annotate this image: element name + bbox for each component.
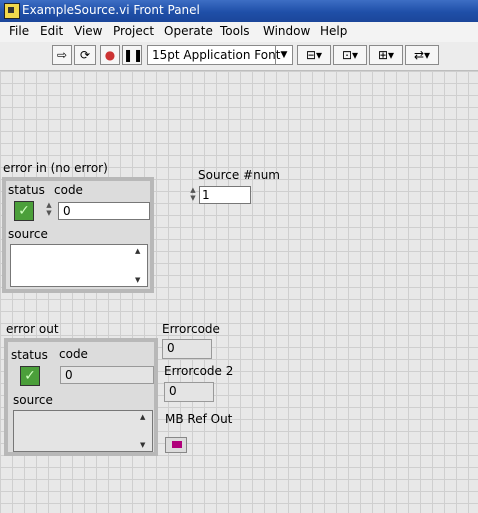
menu-project[interactable]: Project xyxy=(113,24,154,38)
error-out-source-label: source xyxy=(13,393,53,407)
pause-button[interactable]: ❚❚ xyxy=(122,45,144,65)
error-out-cluster: status code ✓ 0 source ▲ ▼ xyxy=(4,338,158,456)
resize-objects-button[interactable]: ⊞▾ xyxy=(369,45,403,65)
source-num-spinner[interactable]: ▲ ▼ xyxy=(188,186,198,204)
pause-icon: ❚❚ xyxy=(123,48,144,62)
mb-ref-out-label: MB Ref Out xyxy=(165,412,233,426)
error-in-cluster: status code ✓ ▲ ▼ 0 source ▲ ▼ xyxy=(2,177,154,293)
menu-file[interactable]: File xyxy=(9,24,29,38)
font-selector[interactable]: 15pt Application Font ▼ xyxy=(147,45,293,65)
error-in-source-scrollbar[interactable]: ▲ ▼ xyxy=(135,247,145,284)
source-num-label: Source #num xyxy=(198,168,280,182)
title-bar: ExampleSource.vi Front Panel xyxy=(0,0,478,22)
run-continuously-icon: ⟳ xyxy=(79,48,91,62)
distribute-objects-icon: ⊡▾ xyxy=(341,48,359,62)
error-in-code-label: code xyxy=(54,183,83,197)
resize-objects-icon: ⊞▾ xyxy=(377,48,395,62)
error-in-code-spinner[interactable]: ▲ ▼ xyxy=(44,201,54,219)
errorcode2-value: 0 xyxy=(169,384,177,398)
error-out-label: error out xyxy=(6,322,59,336)
error-in-code-value: 0 xyxy=(63,204,71,218)
front-panel: error in (no error) status code ✓ ▲ ▼ 0 s… xyxy=(0,71,478,513)
stop-icon: ● xyxy=(104,48,116,62)
distribute-objects-button[interactable]: ⊡▾ xyxy=(333,45,367,65)
abort-button[interactable]: ● xyxy=(100,45,120,65)
error-out-code-label: code xyxy=(59,347,88,361)
checkmark-icon: ✓ xyxy=(24,368,36,384)
menu-bar: File Edit View Project Operate Tools Win… xyxy=(0,22,478,43)
font-selector-value: 15pt Application Font xyxy=(152,48,281,62)
source-num-value: 1 xyxy=(202,188,210,202)
run-continuously-button[interactable]: ⟳ xyxy=(74,45,96,65)
errorcode2-field: 0 xyxy=(164,382,214,402)
menu-operate[interactable]: Operate xyxy=(164,24,213,38)
run-button[interactable]: ⇨ xyxy=(52,45,72,65)
menu-window[interactable]: Window xyxy=(263,24,310,38)
labview-vi-icon xyxy=(4,3,20,19)
error-out-source-field: ▲ ▼ xyxy=(13,410,153,452)
errorcode2-label: Errorcode 2 xyxy=(164,364,234,378)
source-num-field[interactable]: 1 xyxy=(199,186,251,204)
error-in-status-checkbox[interactable]: ✓ xyxy=(14,201,34,221)
error-in-source-label: source xyxy=(8,227,48,241)
error-out-source-scrollbar[interactable]: ▲ ▼ xyxy=(140,413,150,449)
reorder-button[interactable]: ⇄▾ xyxy=(405,45,439,65)
error-out-code-value: 0 xyxy=(65,368,73,382)
errorcode-field: 0 xyxy=(162,339,212,359)
checkmark-icon: ✓ xyxy=(18,203,30,219)
menu-view[interactable]: View xyxy=(74,24,102,38)
mb-ref-out-refnum-icon xyxy=(165,437,187,453)
error-in-source-field[interactable]: ▲ ▼ xyxy=(10,244,148,287)
error-in-status-label: status xyxy=(8,183,45,197)
error-in-label: error in (no error) xyxy=(3,161,108,175)
error-out-status-indicator: ✓ xyxy=(20,366,40,386)
errorcode-label: Errorcode xyxy=(162,322,220,336)
align-objects-button[interactable]: ⊟▾ xyxy=(297,45,331,65)
run-arrow-icon: ⇨ xyxy=(56,48,68,62)
errorcode-value: 0 xyxy=(167,341,175,355)
align-objects-icon: ⊟▾ xyxy=(305,48,323,62)
error-out-code-field: 0 xyxy=(60,366,154,384)
chevron-down-icon: ▼ xyxy=(275,46,292,64)
window-title: ExampleSource.vi Front Panel xyxy=(22,3,200,17)
toolbar: ⇨ ⟳ ● ❚❚ 15pt Application Font ▼ ⊟▾ ⊡▾ ⊞… xyxy=(0,42,478,71)
error-out-status-label: status xyxy=(11,348,48,362)
menu-tools[interactable]: Tools xyxy=(220,24,250,38)
reorder-icon: ⇄▾ xyxy=(413,48,431,62)
menu-help[interactable]: Help xyxy=(320,24,347,38)
error-in-code-field[interactable]: 0 xyxy=(58,202,150,220)
menu-edit[interactable]: Edit xyxy=(40,24,63,38)
